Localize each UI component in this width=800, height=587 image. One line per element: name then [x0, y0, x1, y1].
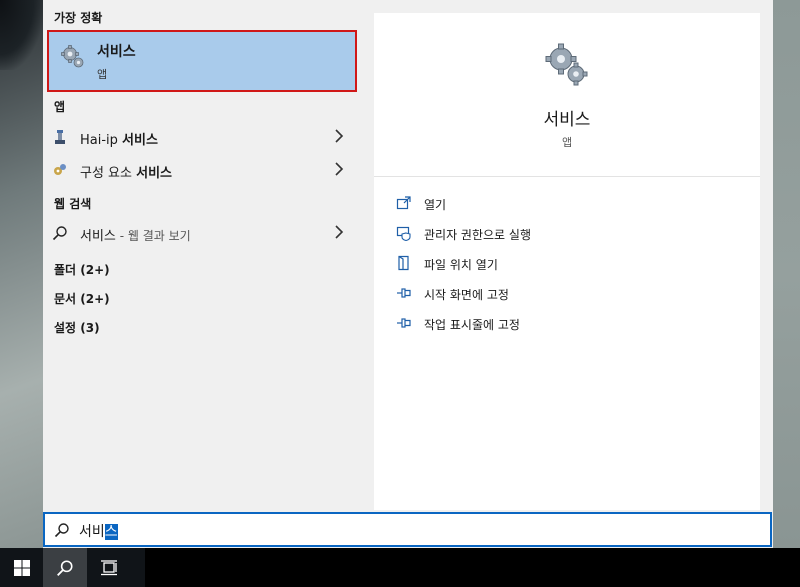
open-icon — [396, 196, 411, 210]
search-icon — [54, 523, 69, 538]
chevron-right-icon[interactable] — [333, 224, 345, 240]
app-result-prefix: 구성 요소 — [80, 166, 137, 181]
search-input[interactable]: 서비스 — [43, 512, 772, 547]
desktop-wallpaper-left — [0, 0, 43, 548]
preview-title: 서비스 — [543, 110, 591, 130]
search-icon — [52, 226, 67, 241]
component-services-icon — [54, 164, 66, 175]
taskbar-apps-area — [145, 548, 800, 587]
web-search-header: 웹 검색 — [54, 197, 92, 211]
search-results-pane: 가장 정확 서비스 앱 앱 Hai-ip 서비스 구성 요소 서비스 웹 검색 … — [43, 0, 361, 510]
pin-icon — [397, 318, 411, 328]
category-folders[interactable]: 폴더 (2+) — [54, 261, 110, 278]
category-documents[interactable]: 문서 (2+) — [54, 290, 110, 307]
app-result-match: 서비스 — [122, 133, 158, 148]
pin-icon — [397, 288, 411, 298]
gears-icon — [545, 43, 588, 86]
app-result-component-services[interactable]: 구성 요소 서비스 — [43, 155, 361, 185]
start-button[interactable] — [0, 548, 43, 587]
gears-icon — [61, 45, 84, 68]
best-match-subtitle: 앱 — [97, 68, 108, 81]
apps-header: 앱 — [54, 100, 66, 114]
best-match-title: 서비스 — [97, 44, 136, 60]
search-selected-text: 스 — [104, 524, 118, 540]
action-open-file-location[interactable]: 파일 위치 열기 — [396, 252, 696, 276]
start-menu-search-panel: 가장 정확 서비스 앱 앱 Hai-ip 서비스 구성 요소 서비스 웹 검색 … — [43, 0, 773, 548]
action-run-as-admin[interactable]: 관리자 권한으로 실행 — [396, 222, 696, 246]
chevron-right-icon[interactable] — [333, 161, 345, 177]
taskbar — [0, 548, 800, 587]
web-search-result[interactable]: 서비스 - 웹 결과 보기 — [43, 218, 361, 248]
desktop-wallpaper-right — [773, 0, 800, 548]
file-location-icon — [398, 255, 409, 271]
search-typed-text: 서비 — [79, 524, 105, 540]
best-match-result[interactable]: 서비스 앱 — [47, 30, 357, 92]
windows-logo-icon — [13, 559, 30, 576]
app-result-match: 서비스 — [136, 166, 172, 181]
task-view-icon — [101, 559, 117, 575]
action-label: 작업 표시줄에 고정 — [424, 318, 520, 332]
result-preview-pane: 서비스 앱 열기 관리자 권한으로 실행 파일 위치 열기 시작 화면에 고정 … — [374, 13, 760, 510]
category-settings[interactable]: 설정 (3) — [54, 319, 100, 336]
action-label: 관리자 권한으로 실행 — [424, 228, 531, 242]
app-result-hai-ip[interactable]: Hai-ip 서비스 — [43, 122, 361, 152]
app-result-prefix: Hai-ip — [80, 133, 123, 148]
best-match-header: 가장 정확 — [54, 11, 103, 25]
web-search-query: 서비스 — [80, 229, 116, 244]
action-label: 시작 화면에 고정 — [424, 288, 509, 302]
hai-ip-app-icon — [55, 130, 65, 144]
preview-subtitle: 앱 — [561, 136, 573, 149]
taskbar-search-button[interactable] — [43, 548, 87, 587]
task-view-button[interactable] — [87, 548, 131, 587]
search-icon — [57, 559, 73, 576]
action-pin-to-taskbar[interactable]: 작업 표시줄에 고정 — [396, 312, 696, 336]
run-as-admin-icon — [396, 226, 411, 241]
action-label: 파일 위치 열기 — [424, 258, 498, 272]
action-open[interactable]: 열기 — [396, 192, 696, 216]
action-label: 열기 — [424, 198, 447, 212]
chevron-right-icon[interactable] — [333, 128, 345, 144]
web-search-suffix: - 웹 결과 보기 — [115, 229, 191, 243]
preview-divider — [374, 176, 760, 177]
action-pin-to-start[interactable]: 시작 화면에 고정 — [396, 282, 696, 306]
